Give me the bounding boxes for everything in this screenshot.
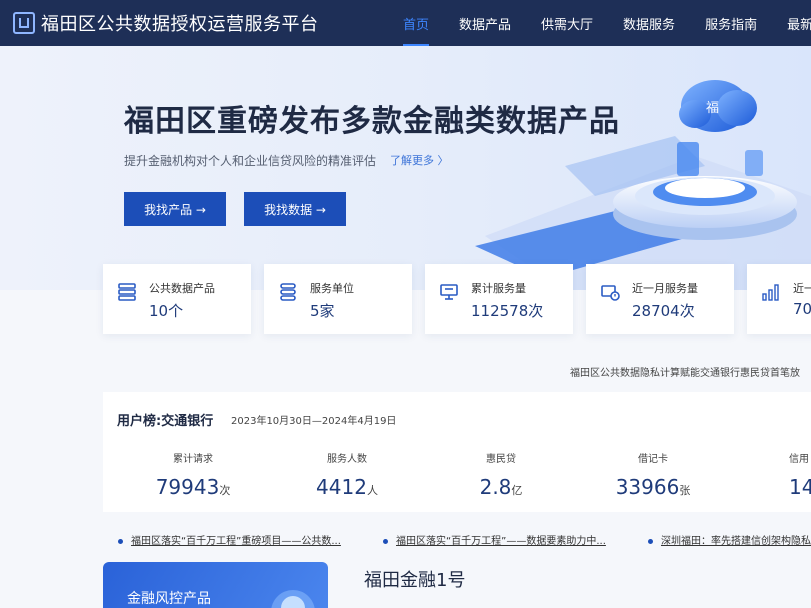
stat-value: 70	[793, 300, 811, 318]
risk-product-card[interactable]: 金融风控产品	[103, 562, 328, 608]
nav-item-supply-demand[interactable]: 供需大厅	[526, 0, 608, 46]
nav-item-service-guide[interactable]: 服务指南	[690, 0, 772, 46]
brand-title: 福田区公共数据授权运营服务平台	[41, 14, 319, 35]
stat-label: 近一	[793, 282, 811, 295]
metric-label: 累计请求	[173, 454, 213, 465]
news-item[interactable]: 福田区落实“百千万工程”——数据要素助力中...	[383, 532, 606, 547]
brand[interactable]: 福田区公共数据授权运营服务平台	[0, 10, 319, 36]
board-date: 2023年10月30日—2024年4月19日	[231, 416, 397, 427]
nav-item-data-services[interactable]: 数据服务	[608, 0, 690, 46]
stat-card-units: 服务单位 5家	[264, 264, 412, 334]
nav-item-home[interactable]: 首页	[388, 0, 444, 46]
metric-total-requests: 累计请求 79943次	[133, 450, 253, 499]
user-board: 用户榜:交通银行 2023年10月30日—2024年4月19日 累计请求 799…	[103, 392, 811, 512]
nav-item-latest-news[interactable]: 最新动态	[772, 0, 811, 46]
metric-unit: 张	[679, 484, 691, 497]
stat-card-products: 公共数据产品 10个	[103, 264, 251, 334]
metric-label: 信用	[789, 454, 809, 465]
product-title: 福田金融1号	[364, 570, 466, 591]
top-nav: 福田区公共数据授权运营服务平台 首页 数据产品 供需大厅 数据服务 服务指南 最…	[0, 0, 811, 46]
stat-card-partial: 近一 70	[747, 264, 811, 334]
risk-card-art-icon	[271, 590, 315, 608]
metric-label: 服务人数	[327, 454, 367, 465]
stat-label: 累计服务量	[471, 282, 526, 295]
hero-cloud-glyph: 福	[706, 101, 719, 116]
bar-chart-icon	[762, 284, 779, 301]
metric-unit: 亿	[511, 484, 523, 497]
news-item[interactable]: 深圳福田：率先搭建信创架构隐私	[648, 532, 811, 547]
database-icon	[118, 283, 136, 301]
stat-label: 近一月服务量	[632, 282, 698, 295]
metric-number: 4412	[316, 475, 367, 499]
metric-credit: 信用 1419	[743, 450, 811, 499]
metric-people-served: 服务人数 4412人	[287, 450, 407, 499]
metric-label: 借记卡	[638, 454, 668, 465]
main-menu: 首页 数据产品 供需大厅 数据服务 服务指南 最新动态	[388, 0, 811, 46]
metric-debit-card: 借记卡 33966张	[593, 450, 713, 499]
stat-value: 10个	[149, 302, 184, 320]
app-root: 福田区公共数据授权运营服务平台 首页 数据产品 供需大厅 数据服务 服务指南 最…	[0, 0, 811, 608]
hero-subtitle: 提升金融机构对个人和企业信贷风险的精准评估	[124, 154, 377, 168]
stat-value: 112578次	[471, 302, 544, 320]
learn-more-link[interactable]: 了解更多 〉	[390, 152, 449, 168]
hero-title: 福田区重磅发布多款金融类数据产品	[124, 104, 620, 139]
metric-number: 79943	[155, 475, 220, 499]
metric-label: 惠民贷	[486, 454, 516, 465]
hero-banner: 福 福田区重磅发布多款金融类数据产品 提升金融机构对个人和企业信贷风险的精准评估…	[0, 46, 811, 290]
server-icon	[280, 283, 296, 301]
metric-huimin-loan: 惠民贷 2.8亿	[441, 450, 561, 499]
stat-value: 5家	[310, 302, 335, 320]
metric-number: 1419	[789, 475, 811, 499]
refresh-icon	[601, 285, 620, 301]
monitor-icon	[440, 284, 458, 300]
stat-value: 28704次	[632, 302, 695, 320]
metric-number: 33966	[615, 475, 680, 499]
find-products-button[interactable]: 我找产品 →	[124, 192, 226, 226]
stat-card-monthly-services: 近一月服务量 28704次	[586, 264, 734, 334]
stat-card-total-services: 累计服务量 112578次	[425, 264, 573, 334]
board-title: 用户榜:交通银行	[117, 414, 214, 429]
metric-number: 2.8	[479, 475, 512, 499]
risk-card-label: 金融风控产品	[127, 591, 211, 607]
hero-illustration: 福	[475, 80, 811, 290]
metric-unit: 人	[366, 484, 378, 497]
nav-item-data-products[interactable]: 数据产品	[444, 0, 526, 46]
stat-label: 公共数据产品	[149, 282, 215, 295]
stat-label: 服务单位	[310, 282, 354, 295]
brand-logo-icon	[13, 12, 35, 34]
news-ticker[interactable]: 福田区公共数据隐私计算赋能交通银行惠民贷首笔放	[570, 364, 800, 379]
metric-unit: 次	[219, 484, 231, 497]
find-data-button[interactable]: 我找数据 →	[244, 192, 346, 226]
news-item[interactable]: 福田区落实“百千万工程”重磅项目——公共数...	[118, 532, 341, 547]
